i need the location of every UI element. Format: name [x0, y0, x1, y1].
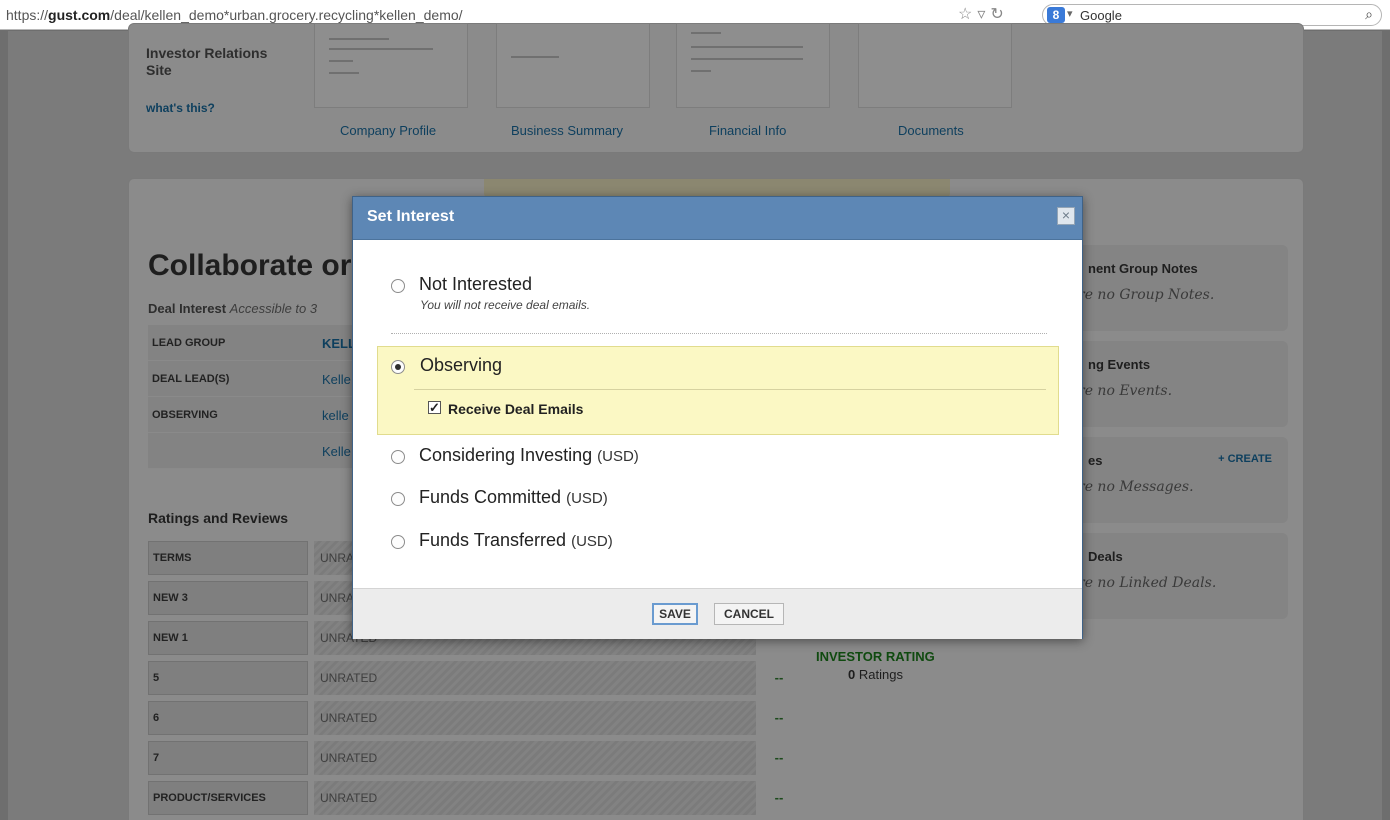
- financial-info-thumbnail[interactable]: [676, 23, 830, 108]
- rating-bar[interactable]: UNRATED: [314, 701, 756, 735]
- linked-deals-title: Deals: [1088, 549, 1123, 564]
- divider: [391, 333, 1047, 334]
- messages-title: es: [1088, 453, 1103, 468]
- receive-deal-emails-checkbox[interactable]: ✓: [428, 401, 441, 414]
- option-funds-transferred[interactable]: Funds Transferred (USD): [419, 530, 613, 551]
- rating-label: NEW 1: [148, 621, 308, 655]
- events-title: ng Events: [1088, 357, 1151, 372]
- radio-funds-committed[interactable]: [391, 492, 405, 506]
- investor-rating-count: 0 Ratings: [848, 667, 903, 682]
- rating-label: TERMS: [148, 541, 308, 575]
- url-domain: gust.com: [48, 7, 111, 23]
- dialog-title: Set Interest: [367, 208, 455, 225]
- site-title: Investor Relations Site: [146, 45, 268, 78]
- rating-score: --: [774, 750, 784, 765]
- save-button[interactable]: SAVE: [652, 603, 698, 625]
- rating-label: NEW 3: [148, 581, 308, 615]
- deal-value-lead-group[interactable]: KELL: [322, 336, 356, 351]
- divider: [414, 389, 1046, 390]
- deal-value-observing-extra[interactable]: Kelle: [322, 444, 351, 459]
- collaborate-title: Collaborate or: [148, 249, 352, 282]
- option-label: Funds Committed: [419, 487, 562, 507]
- option-funds-committed[interactable]: Funds Committed (USD): [419, 487, 608, 508]
- financial-info-link[interactable]: Financial Info: [709, 123, 786, 138]
- rating-label: 5: [148, 661, 308, 695]
- company-profile-thumbnail[interactable]: [314, 23, 468, 108]
- deal-interest-note: Accessible to 3: [229, 301, 318, 316]
- observing-option-box: Observing ✓ Receive Deal Emails: [377, 346, 1059, 435]
- radio-funds-transferred[interactable]: [391, 535, 405, 549]
- rating-bar[interactable]: UNRATED: [314, 661, 756, 695]
- search-icon[interactable]: ⌕: [1365, 6, 1373, 23]
- rating-label: 7: [148, 741, 308, 775]
- not-interested-subtext: You will not receive deal emails.: [420, 298, 591, 312]
- url-path: /deal/kellen_demo*urban.grocery.recyclin…: [110, 7, 463, 23]
- currency-label: (USD): [597, 448, 639, 465]
- business-summary-thumbnail[interactable]: [496, 23, 650, 108]
- dialog-header: Set Interest ×: [353, 197, 1082, 240]
- bookmark-star-icon[interactable]: ☆: [958, 4, 972, 24]
- search-placeholder[interactable]: Google: [1080, 8, 1122, 23]
- events-empty: re no Events.: [1078, 383, 1173, 399]
- deal-value-deal-leads[interactable]: Kelle: [322, 372, 351, 387]
- reload-icon[interactable]: ↻: [990, 4, 1003, 24]
- currency-label: (USD): [566, 490, 608, 507]
- set-interest-dialog: Set Interest × Not Interested You will n…: [352, 196, 1083, 639]
- dialog-footer: SAVE CANCEL: [353, 588, 1082, 639]
- rating-label: 6: [148, 701, 308, 735]
- radio-not-interested[interactable]: [391, 279, 405, 293]
- group-notes-empty: re no Group Notes.: [1078, 287, 1215, 303]
- google-icon[interactable]: 8: [1047, 7, 1065, 23]
- history-dropdown-icon[interactable]: ▿: [977, 4, 985, 24]
- address-bar[interactable]: https://gust.com/deal/kellen_demo*urban.…: [6, 7, 463, 23]
- rating-label: PRODUCT/SERVICES: [148, 781, 308, 815]
- rating-score: --: [774, 670, 784, 685]
- search-engine-dropdown-icon[interactable]: ▾: [1067, 7, 1073, 20]
- investor-rating-title: INVESTOR RATING: [816, 649, 935, 664]
- deal-interest-label: Deal Interest: [148, 301, 227, 316]
- rating-bar[interactable]: UNRATED: [314, 781, 756, 815]
- option-observing-label[interactable]: Observing: [420, 355, 502, 376]
- option-considering-investing[interactable]: Considering Investing (USD): [419, 445, 639, 466]
- deal-interest-heading: Deal Interest Accessible to 3: [148, 301, 317, 316]
- whats-this-link[interactable]: what's this?: [146, 101, 215, 115]
- url-prefix: https://: [6, 7, 49, 23]
- rating-score: --: [774, 790, 784, 805]
- option-label: Considering Investing: [419, 445, 593, 465]
- messages-empty: re no Messages.: [1078, 479, 1194, 495]
- linked-deals-empty: re no Linked Deals.: [1078, 575, 1217, 591]
- option-label: Funds Transferred: [419, 530, 567, 550]
- radio-considering-investing[interactable]: [391, 450, 405, 464]
- business-summary-link[interactable]: Business Summary: [511, 123, 623, 138]
- group-notes-title: nent Group Notes: [1088, 261, 1198, 276]
- option-not-interested-label[interactable]: Not Interested: [419, 274, 532, 295]
- radio-observing[interactable]: [391, 360, 405, 374]
- documents-link[interactable]: Documents: [898, 123, 964, 138]
- deal-value-observing[interactable]: kelle: [322, 408, 349, 423]
- currency-label: (USD): [571, 533, 613, 550]
- create-message-link[interactable]: + CREATE: [1218, 453, 1272, 465]
- rating-score: --: [774, 710, 784, 725]
- close-icon[interactable]: ×: [1057, 207, 1075, 225]
- ratings-title: Ratings and Reviews: [148, 510, 289, 526]
- documents-thumbnail[interactable]: [858, 23, 1012, 108]
- company-profile-link[interactable]: Company Profile: [340, 123, 436, 138]
- receive-deal-emails-label[interactable]: Receive Deal Emails: [448, 401, 583, 417]
- cancel-button[interactable]: CANCEL: [714, 603, 784, 625]
- rating-bar[interactable]: UNRATED: [314, 741, 756, 775]
